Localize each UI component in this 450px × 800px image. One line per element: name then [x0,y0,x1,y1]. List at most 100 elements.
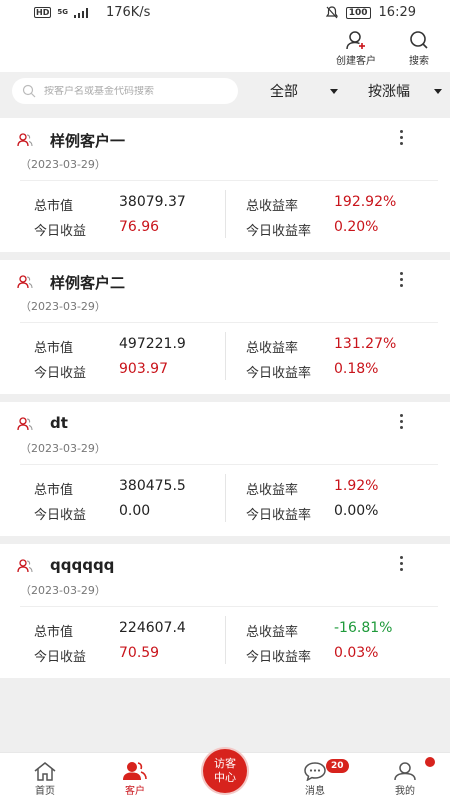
bottom-tab-bar: 首页 客户 访客 中心 消息 20 我的 [0,749,450,800]
scope-label: 全部 [270,84,298,100]
today-gain-label: 今日收益 [34,508,87,523]
today-return: 0.18% [334,361,379,377]
dropdown-arrow-icon [330,88,338,94]
total-value: 380475.5 [119,478,186,494]
client-icon [17,133,33,147]
client-date: （2023-03-29） [20,442,106,455]
mute-icon [325,6,338,19]
net-speed: 176K/s [105,5,151,20]
dropdown-arrow-icon [434,88,442,94]
today-return: 0.03% [334,645,379,661]
sort-label: 按涨幅 [368,84,410,100]
clients-icon [123,762,147,780]
client-date: （2023-03-29） [20,158,106,171]
today-return-label: 今日收益率 [246,224,312,239]
tab-clients-label: 客户 [125,786,145,797]
today-return-label: 今日收益率 [246,366,312,381]
client-card[interactable]: dt （2023-03-29） 总市值 380475.5 今日收益 0.00 总… [0,402,450,536]
client-name: dt [50,414,68,432]
visitor-center-line1: 访客 [214,757,236,770]
today-gain-label: 今日收益 [34,650,87,665]
tab-mine[interactable]: 我的 [370,753,440,800]
search-icon [22,84,36,98]
search-label: 搜索 [409,56,429,67]
total-return-label: 总收益率 [246,483,299,498]
total-return-label: 总收益率 [246,341,299,356]
more-options-icon[interactable] [392,270,410,292]
today-return: 0.00% [334,503,379,519]
today-gain: 70.59 [119,645,160,661]
today-return-label: 今日收益率 [246,508,312,523]
today-gain-label: 今日收益 [34,366,87,381]
divider [225,190,226,238]
app-header: 创建客户 搜索 [0,26,450,72]
home-icon [34,762,56,781]
today-return-label: 今日收益率 [246,650,312,665]
client-icon [17,417,33,431]
total-value: 38079.37 [119,194,186,210]
network-type: 5G [57,8,68,16]
tab-home-label: 首页 [35,786,55,797]
tab-messages[interactable]: 消息 20 [280,753,350,800]
today-gain: 903.97 [119,361,168,377]
tab-clients[interactable]: 客户 [100,753,170,800]
client-card[interactable]: 样例客户一 （2023-03-29） 总市值 38079.37 今日收益 76.… [0,118,450,252]
total-return: -16.81% [334,620,393,636]
hd-indicator: HD [34,7,52,18]
more-options-icon[interactable] [392,554,410,576]
today-gain: 0.00 [119,503,151,519]
create-client-button[interactable]: 创建客户 [336,30,376,67]
total-value: 224607.4 [119,620,186,636]
filter-bar: 全部 按涨幅 [0,72,450,110]
client-name: 样例客户一 [50,132,126,150]
search-box[interactable] [12,78,238,104]
status-bar: HD 5G 176K/s 100 16:29 [0,0,450,26]
visitor-center-button[interactable]: 访客 中心 [203,749,247,793]
today-gain-label: 今日收益 [34,224,87,239]
chat-icon [304,762,326,781]
search-button[interactable]: 搜索 [408,30,430,67]
today-gain: 76.96 [119,219,160,235]
search-input[interactable] [44,85,224,97]
total-value-label: 总市值 [34,483,74,498]
more-options-icon[interactable] [392,128,410,150]
notification-dot [425,757,435,767]
sort-dropdown[interactable]: 按涨幅 [368,81,442,101]
divider [20,464,438,465]
total-return: 131.27% [334,336,397,352]
signal-icon [73,7,90,18]
total-return-label: 总收益率 [246,199,299,214]
total-value-label: 总市值 [34,199,74,214]
total-return: 1.92% [334,478,379,494]
tab-messages-label: 消息 [305,786,325,797]
user-icon [394,762,416,781]
total-return: 192.92% [334,194,397,210]
visitor-center-line2: 中心 [214,771,236,784]
client-icon [17,559,33,573]
tab-mine-label: 我的 [395,786,415,797]
divider [225,474,226,522]
divider [225,616,226,664]
battery-indicator: 100 [345,6,371,19]
tab-home[interactable]: 首页 [10,753,80,800]
total-value-label: 总市值 [34,625,74,640]
client-icon [17,275,33,289]
client-card[interactable]: 样例客户二 （2023-03-29） 总市值 497221.9 今日收益 903… [0,260,450,394]
clock: 16:29 [378,5,416,20]
total-return-label: 总收益率 [246,625,299,640]
divider [20,180,438,181]
client-name: qqqqqq [50,556,115,574]
today-return: 0.20% [334,219,379,235]
divider [225,332,226,380]
divider [20,322,438,323]
divider [20,606,438,607]
client-date: （2023-03-29） [20,584,106,597]
total-value: 497221.9 [119,336,186,352]
client-card[interactable]: qqqqqq （2023-03-29） 总市值 224607.4 今日收益 70… [0,544,450,678]
scope-dropdown[interactable]: 全部 [270,81,338,101]
client-date: （2023-03-29） [20,300,106,313]
search-icon [410,31,428,49]
more-options-icon[interactable] [392,412,410,434]
add-user-icon [346,31,365,50]
total-value-label: 总市值 [34,341,74,356]
